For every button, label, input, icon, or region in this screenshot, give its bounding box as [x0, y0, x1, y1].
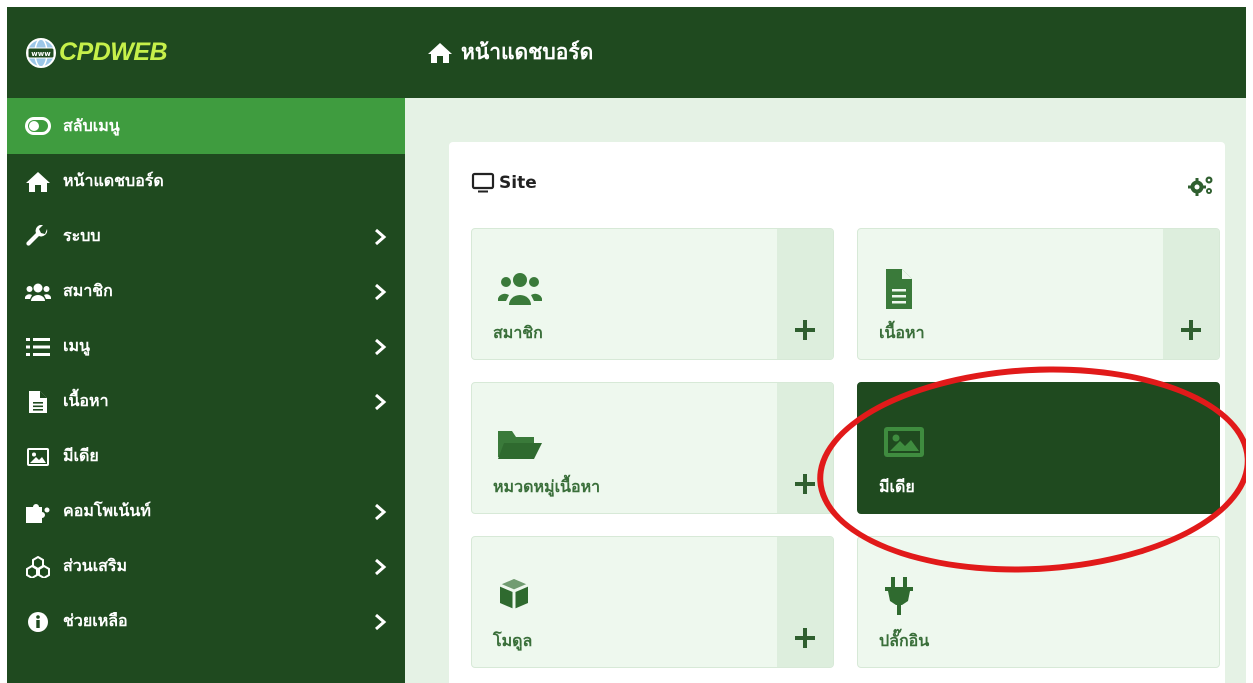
add-module-button[interactable]	[777, 537, 833, 667]
add-category-button[interactable]	[777, 383, 833, 513]
sidebar-item-help[interactable]: ช่วยเหลือ	[7, 594, 405, 649]
file-icon	[886, 269, 912, 309]
chevron-right-icon	[375, 613, 387, 630]
folder-open-icon	[498, 431, 542, 459]
home-icon	[428, 42, 452, 63]
tile-content[interactable]: เนื้อหา	[857, 228, 1220, 360]
sidebar-item-label: ระบบ	[63, 226, 101, 245]
add-content-button[interactable]	[1163, 229, 1219, 359]
top-header: หน้าแดชบอร์ด	[405, 7, 1246, 98]
globe-label: www	[31, 50, 51, 58]
plus-icon	[1181, 320, 1201, 340]
chevron-right-icon	[375, 503, 387, 520]
cubes-icon	[25, 554, 51, 580]
tile-content-categories[interactable]: หมวดหมู่เนื้อหา	[471, 382, 834, 514]
gears-icon[interactable]	[1187, 174, 1215, 198]
sidebar-item-label: หน้าแดชบอร์ด	[63, 171, 164, 190]
sidebar-item-label: เมนู	[63, 336, 90, 355]
info-icon	[25, 609, 51, 635]
plus-icon	[795, 320, 815, 340]
tile-media[interactable]: มีเดีย	[857, 382, 1220, 514]
puzzle-icon	[25, 499, 51, 525]
tile-label: ปลั๊กอิน	[879, 631, 930, 650]
brand-name: CPDWEB	[59, 38, 168, 66]
sidebar-item-members[interactable]: สมาชิก	[7, 264, 405, 319]
chevron-right-icon	[375, 283, 387, 300]
site-card: Site สมาชิก เนื้อหา หมวดหมู่เนื้อหา มีเด…	[449, 142, 1225, 683]
site-card-header: Site	[471, 172, 537, 194]
tile-modules[interactable]: โมดูล	[471, 536, 834, 668]
sidebar-item-media[interactable]: มีเดีย	[7, 429, 405, 484]
tile-label: เนื้อหา	[879, 323, 925, 342]
sidebar-item-menu[interactable]: เมนู	[7, 319, 405, 374]
tile-label: โมดูล	[493, 631, 533, 650]
brand-logo[interactable]: www CPDWEB	[7, 7, 405, 98]
tile-members[interactable]: สมาชิก	[471, 228, 834, 360]
wrench-icon	[25, 224, 51, 250]
list-icon	[25, 334, 51, 360]
main-content: Site สมาชิก เนื้อหา หมวดหมู่เนื้อหา มีเด…	[405, 98, 1246, 683]
add-member-button[interactable]	[777, 229, 833, 359]
page-title: หน้าแดชบอร์ด	[461, 40, 594, 64]
plus-icon	[795, 474, 815, 494]
users-icon	[25, 279, 51, 305]
image-icon	[25, 444, 51, 470]
tile-label: มีเดีย	[879, 477, 915, 496]
sidebar-item-system[interactable]: ระบบ	[7, 209, 405, 264]
chevron-right-icon	[375, 393, 387, 410]
sidebar-item-label: ช่วยเหลือ	[63, 611, 128, 630]
tile-plugins[interactable]: ปลั๊กอิน	[857, 536, 1220, 668]
globe-icon: www	[26, 37, 56, 68]
sidebar-item-dashboard[interactable]: หน้าแดชบอร์ด	[7, 154, 405, 209]
cube-icon	[499, 579, 529, 609]
chevron-right-icon	[375, 228, 387, 245]
sidebar-item-label: เนื้อหา	[63, 391, 109, 410]
site-card-title: Site	[499, 173, 537, 193]
sidebar-item-label: คอมโพเน้นท์	[63, 501, 151, 520]
chevron-right-icon	[375, 558, 387, 575]
sidebar-item-content[interactable]: เนื้อหา	[7, 374, 405, 429]
app-frame: www CPDWEB สลับเมนู หน้าแดชบอร์ด ระบบ สม…	[7, 7, 1246, 683]
sidebar-item-label: สลับเมนู	[63, 115, 120, 135]
tile-label: สมาชิก	[493, 323, 543, 342]
image-icon	[884, 427, 924, 457]
plus-icon	[795, 628, 815, 648]
users-icon	[498, 273, 542, 305]
toggle-icon	[25, 113, 51, 139]
home-icon	[25, 169, 51, 195]
sidebar: www CPDWEB สลับเมนู หน้าแดชบอร์ด ระบบ สม…	[7, 7, 405, 683]
desktop-icon	[471, 172, 495, 193]
tile-label: หมวดหมู่เนื้อหา	[493, 477, 601, 496]
sidebar-item-label: สมาชิก	[63, 281, 113, 300]
sidebar-item-label: มีเดีย	[63, 446, 99, 465]
sidebar-item-label: ส่วนเสริม	[63, 556, 128, 575]
sidebar-item-components[interactable]: คอมโพเน้นท์	[7, 484, 405, 539]
sidebar-item-toggle-menu[interactable]: สลับเมนู	[7, 98, 405, 154]
chevron-right-icon	[375, 338, 387, 355]
file-icon	[25, 389, 51, 415]
plug-icon	[885, 577, 913, 615]
sidebar-item-extensions[interactable]: ส่วนเสริม	[7, 539, 405, 594]
